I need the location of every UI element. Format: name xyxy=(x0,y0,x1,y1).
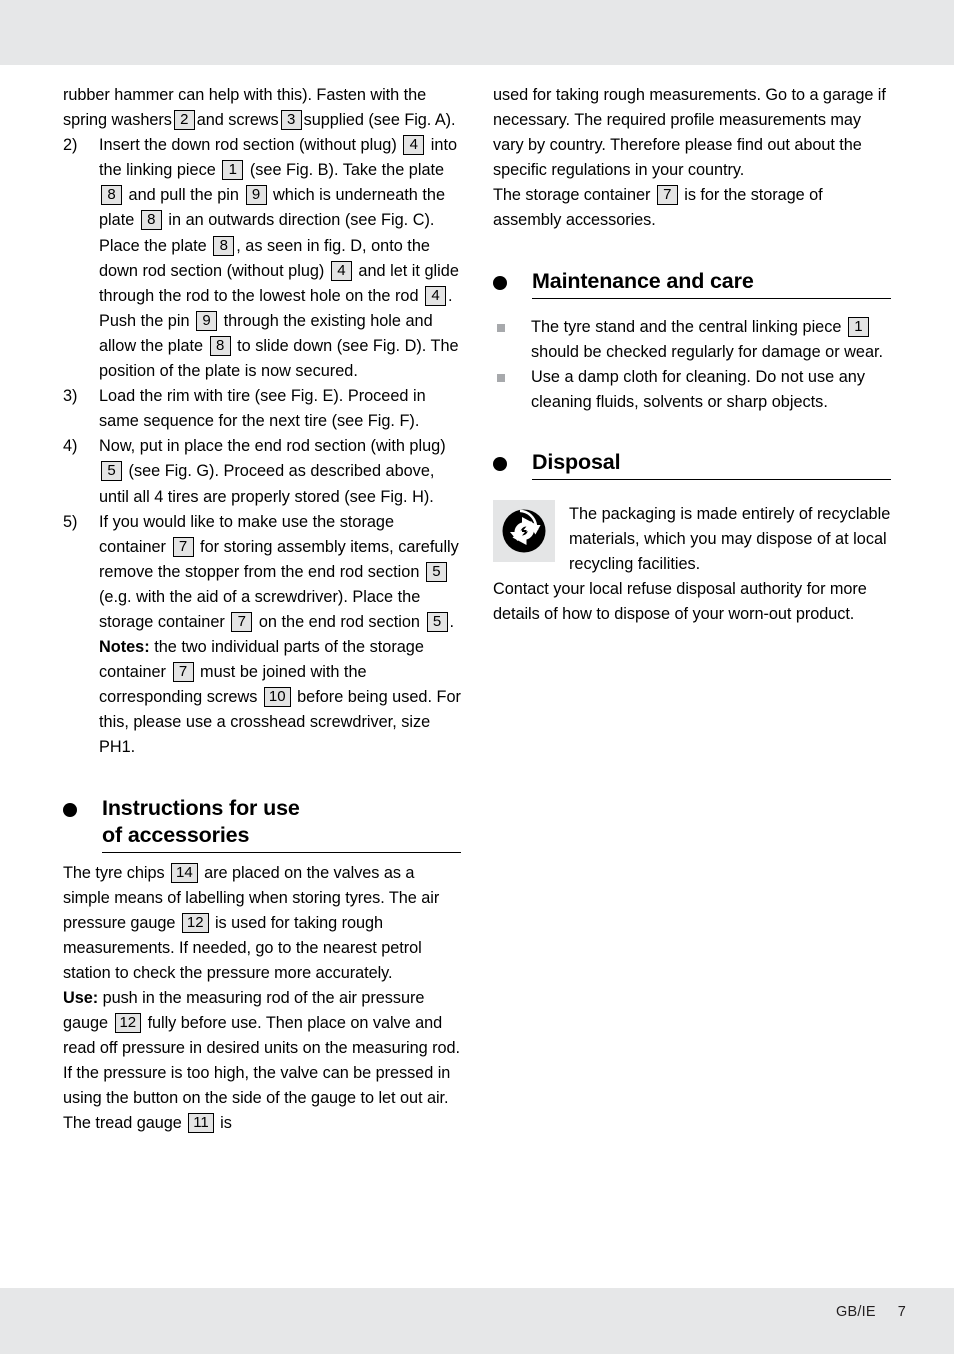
ref-box-4: 4 xyxy=(403,135,425,156)
step-marker: 3) xyxy=(63,387,78,406)
ref-box-5: 5 xyxy=(101,461,122,482)
ref-box-7: 7 xyxy=(172,536,194,557)
ref-box-7: 7 xyxy=(231,611,253,632)
continuation-paragraph: rubber hammer can help with this). Faste… xyxy=(63,83,461,133)
footer-page-number: 7 xyxy=(897,1304,906,1320)
page-footer: GB/IE 7 xyxy=(0,1288,954,1354)
footer-content: GB/IE 7 xyxy=(836,1304,906,1320)
list-item: Use a damp cloth for cleaning. Do not us… xyxy=(493,365,891,415)
ref-box-5: 5 xyxy=(426,611,448,632)
ref-box-1: 1 xyxy=(847,316,869,337)
ref-box-7: 7 xyxy=(172,662,194,683)
ref-box-12: 12 xyxy=(181,912,209,933)
heading-underline xyxy=(102,851,461,853)
ref-box-9: 9 xyxy=(196,310,218,331)
notes-label: Notes: xyxy=(99,638,150,657)
heading-text: Disposal xyxy=(532,449,621,474)
cont-line1: rubber hammer can help with this). Faste… xyxy=(63,86,400,104)
ref-box-3: 3 xyxy=(280,110,302,131)
assembly-steps-list: 2) Insert the down rod section (without … xyxy=(63,133,461,760)
ref-box-4: 4 xyxy=(425,285,447,306)
heading-underline xyxy=(532,297,891,299)
step-body: Load the rim with tire (see Fig. E). Pro… xyxy=(99,387,426,431)
heading-disposal: Disposal xyxy=(493,449,891,480)
heading-line-1: Instructions for use xyxy=(102,795,300,820)
step-item-3: 3) Load the rim with tire (see Fig. E). … xyxy=(63,384,461,434)
list-item-text: Use a damp cloth for cleaning. Do not us… xyxy=(531,367,865,411)
green-dot-recycling-icon xyxy=(493,499,555,562)
cont-line3: (see Fig. A). xyxy=(368,111,456,130)
disposal-description: The packaging is made entirely of recycl… xyxy=(569,504,891,574)
step-item-4: 4) Now, put in place the end rod section… xyxy=(63,434,461,509)
ref-box-4: 4 xyxy=(330,260,352,281)
ref-box-2: 2 xyxy=(173,110,195,131)
step-item-5: 5) If you would like to make use the sto… xyxy=(63,510,461,761)
heading-line-2: of accessories xyxy=(102,822,250,847)
step-body: If you would like to make use the storag… xyxy=(99,512,459,632)
right-column: used for taking rough measurements. Go t… xyxy=(493,83,891,1137)
storage-container-paragraph: The storage container 7 is for the stora… xyxy=(493,185,823,230)
filled-circle-icon xyxy=(493,456,507,471)
disposal-followup-paragraph: Contact your local refuse disposal autho… xyxy=(493,580,867,624)
footer-locale: GB/IE xyxy=(836,1304,876,1320)
cont-line2b: and screws xyxy=(196,111,279,130)
step-marker: 5) xyxy=(63,512,78,531)
filled-circle-icon xyxy=(493,275,507,290)
ref-box-8: 8 xyxy=(209,335,231,356)
two-column-layout: rubber hammer can help with this). Faste… xyxy=(0,65,954,1137)
heading-instructions-for-use: Instructions for use of accessories xyxy=(63,795,461,853)
instructions-body-paragraph: The tyre chips 14 are placed on the valv… xyxy=(63,862,440,982)
ref-box-8: 8 xyxy=(213,235,235,256)
square-bullet-icon xyxy=(497,373,505,382)
filled-circle-icon xyxy=(63,802,77,817)
use-body: push in the measuring rod of the air pre… xyxy=(63,989,460,1134)
disposal-info-block: The packaging is made entirely of recycl… xyxy=(493,499,891,577)
square-bullet-icon xyxy=(497,323,505,332)
list-item: The tyre stand and the central linking p… xyxy=(493,315,891,365)
list-item-text: The tyre stand and the central linking p… xyxy=(531,316,884,361)
step-body: Now, put in place the end rod section (w… xyxy=(99,437,446,506)
ref-box-14: 14 xyxy=(171,862,198,883)
ref-box-9: 9 xyxy=(245,185,267,206)
step-marker: 2) xyxy=(63,136,78,155)
step-marker: 4) xyxy=(63,437,78,456)
use-label: Use: xyxy=(63,989,99,1007)
step-body: Insert the down rod section (without plu… xyxy=(99,135,459,381)
ref-box-8: 8 xyxy=(101,185,122,206)
ref-box-1: 1 xyxy=(222,160,244,181)
heading-underline xyxy=(532,478,891,480)
ref-box-12: 12 xyxy=(114,1013,142,1034)
ref-box-8: 8 xyxy=(140,210,162,231)
ref-box-10: 10 xyxy=(263,687,291,708)
heading-text: Maintenance and care xyxy=(532,268,754,293)
ref-box-5: 5 xyxy=(425,561,447,582)
maintenance-list: The tyre stand and the central linking p… xyxy=(493,315,891,415)
left-column: rubber hammer can help with this). Faste… xyxy=(63,83,461,1137)
heading-maintenance-and-care: Maintenance and care xyxy=(493,268,891,299)
notes-body: the two individual parts of the storage … xyxy=(99,638,461,757)
page-sheet: rubber hammer can help with this). Faste… xyxy=(0,65,954,1288)
ref-box-11: 11 xyxy=(188,1113,214,1134)
use-paragraph: Use: push in the measuring rod of the ai… xyxy=(63,986,461,1137)
cont-line2c: supplied xyxy=(303,111,364,130)
notes-block: Notes: the two individual parts of the s… xyxy=(99,638,461,756)
ref-box-7: 7 xyxy=(656,185,678,206)
right-continuation-paragraph: used for taking rough measurements. Go t… xyxy=(493,86,886,180)
step-item-2: 2) Insert the down rod section (without … xyxy=(63,133,461,384)
